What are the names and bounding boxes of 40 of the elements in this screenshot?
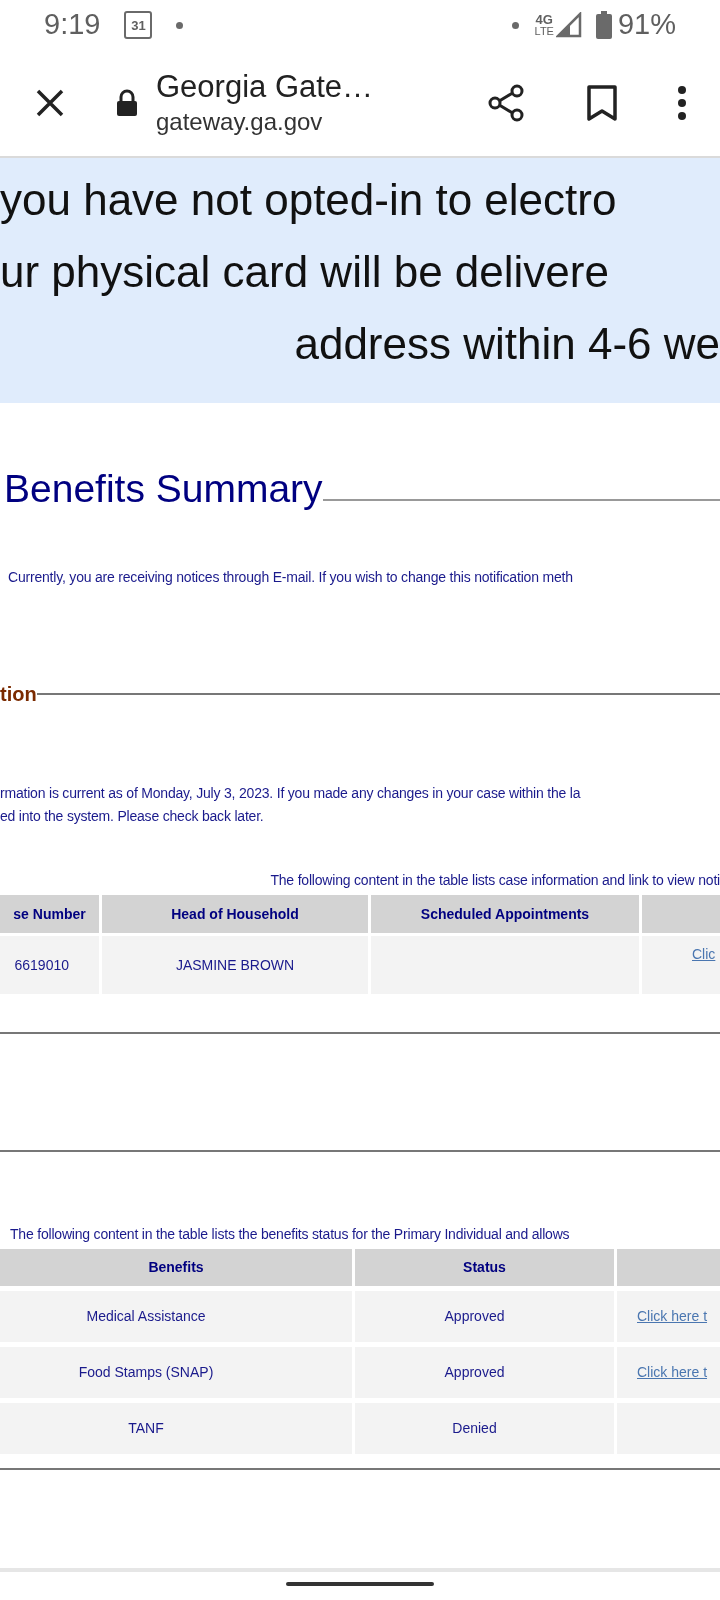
benefit-details-link[interactable]: Click here t (637, 1362, 708, 1383)
table-cell: Approved (355, 1347, 614, 1398)
page-url: gateway.ga.gov (156, 107, 324, 137)
benefit-details-link[interactable]: Click here t (637, 1306, 708, 1327)
view-notices-link[interactable]: Clic (692, 946, 716, 962)
table-header-cell: Benefits (0, 1249, 352, 1286)
network-type: 4G (535, 13, 553, 26)
section-title: Benefits Summary (4, 466, 323, 512)
table-cell: Approved (355, 1291, 614, 1342)
more-options-icon (677, 85, 687, 121)
table-header-cell: Scheduled Appointments (371, 895, 639, 933)
table-cell: Food Stamps (SNAP) (0, 1347, 352, 1398)
case-info-text: rmation is current as of Monday, July 3, 2023. If you made any changes in your case within the la (0, 784, 582, 803)
table-cell: Denied (355, 1403, 614, 1454)
table-header-cell: se Number (0, 895, 99, 933)
network-subtype: LTE (534, 26, 554, 37)
banner-text: you have not opted-in to electro (0, 174, 617, 226)
table-cell: TANF (0, 1403, 352, 1454)
table-cell: 6619010 (0, 936, 99, 994)
battery-icon (595, 11, 612, 39)
banner-text: ur physical card will be delivere (0, 246, 609, 298)
battery-level: 91% (617, 7, 676, 43)
share-icon (486, 83, 526, 123)
close-icon (35, 88, 65, 118)
case-info-text: ed into the system. Please check back later. (0, 807, 265, 826)
banner-text: address within 4-6 we (294, 318, 720, 370)
lock-icon (116, 89, 138, 117)
table-caption: The following content in the table lists case information and link to view noti (270, 871, 720, 890)
table-cell: JASMINE BROWN (102, 936, 368, 994)
calendar-day: 31 (131, 18, 146, 32)
table-cell: Medical Assistance (0, 1291, 352, 1342)
status-time: 9:19 (44, 7, 101, 43)
bookmark-icon (586, 84, 618, 122)
table-caption: The following content in the table lists the benefits status for the Primary Individual and allows (10, 1226, 570, 1242)
page-title: Georgia Gate… (156, 68, 374, 106)
signal-icon (555, 12, 582, 38)
notification-notice: Currently, you are receiving notices through E-mail. If you wish to change this notification meth (8, 568, 574, 587)
section-heading: tion (0, 682, 37, 707)
table-header-cell: Head of Household (102, 895, 368, 933)
table-header-cell: Status (355, 1249, 614, 1286)
